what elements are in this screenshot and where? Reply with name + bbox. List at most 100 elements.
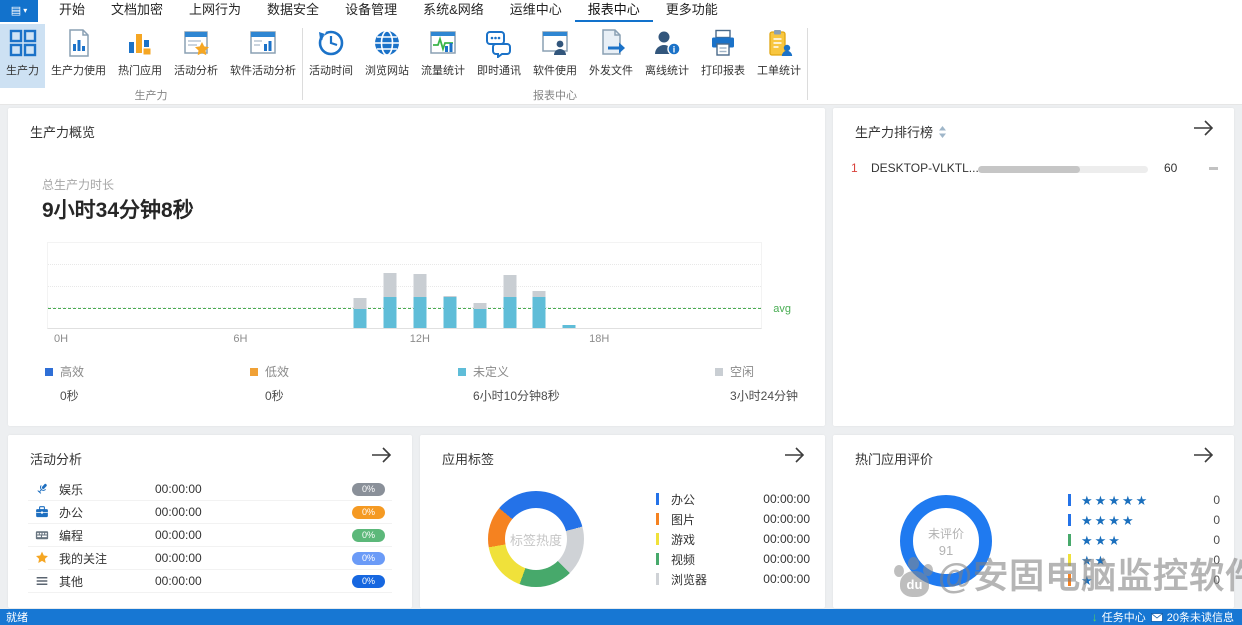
legend-label: 空闲 bbox=[730, 365, 755, 379]
tool-即时通讯[interactable]: 即时通讯 bbox=[471, 24, 527, 88]
tag-duration: 00:00:00 bbox=[763, 552, 810, 566]
tool-生产力使用[interactable]: 生产力使用 bbox=[45, 24, 112, 88]
tag-duration: 00:00:00 bbox=[763, 532, 810, 546]
bar-chart-icon bbox=[129, 34, 152, 56]
activity-row-我的关注[interactable]: 我的关注 00:00:00 0% bbox=[28, 547, 392, 570]
app-menu-button[interactable]: ▤ ▾ bbox=[0, 0, 38, 22]
menu-tab-运维中心[interactable]: 运维中心 bbox=[497, 0, 575, 22]
activity-row-其他[interactable]: 其他 00:00:00 0% bbox=[28, 570, 392, 593]
unread-messages-button[interactable]: 20条未读信息 bbox=[1150, 609, 1234, 625]
tag-label: 图片 bbox=[671, 512, 696, 527]
tag-label: 浏览器 bbox=[671, 572, 708, 587]
activity-row-娱乐[interactable]: 娱乐 00:00:00 0% bbox=[28, 478, 392, 501]
x-axis-tick: 12H bbox=[409, 333, 430, 345]
star-icons: ★ bbox=[1081, 572, 1095, 588]
chart-bar-12h bbox=[413, 273, 427, 328]
task-center-label: 任务中心 bbox=[1101, 612, 1146, 624]
legend-color-bar bbox=[656, 493, 659, 505]
rating-more-arrow-icon[interactable] bbox=[1192, 446, 1216, 464]
rating-legend-1-star[interactable]: ★ 0 bbox=[1068, 570, 1220, 590]
card-app-tags: 应用标签 标签热度 办公 00:00:00 图片 00:00:00 游戏 00:00:00… bbox=[420, 435, 825, 608]
star-icon bbox=[36, 551, 48, 563]
menu-tab-报表中心[interactable]: 报表中心 bbox=[574, 0, 653, 22]
tool-离线统计[interactable]: i 离线统计 bbox=[639, 24, 695, 88]
menu-tab-开始[interactable]: 开始 bbox=[46, 0, 98, 22]
rating-legend-3-star[interactable]: ★★★ 0 bbox=[1068, 530, 1220, 550]
menu-tab-设备管理[interactable]: 设备管理 bbox=[332, 0, 410, 22]
menubar: ▤ ▾ 开始 文档加密 上网行为 数据安全 设备管理 系统&网络 运维中心 报表中心 更多功能 bbox=[0, 0, 1242, 22]
tool-热门应用[interactable]: 热门应用 bbox=[112, 24, 168, 88]
x-axis-tick: 0H bbox=[53, 333, 69, 345]
legend-value: 0秒 bbox=[265, 389, 284, 403]
legend-color-bar bbox=[1068, 554, 1071, 566]
chat-icon bbox=[486, 31, 511, 58]
ribbon-toolbar: 生产力 生产力使用 热门应用 活动分析 软件活动分析 生产力 活动时间 浏览网站 流量统计 即时通… bbox=[0, 22, 1242, 105]
mic-icon bbox=[37, 483, 47, 494]
tool-活动分析[interactable]: 活动分析 bbox=[168, 24, 224, 88]
menu-tab-上网行为[interactable]: 上网行为 bbox=[176, 0, 254, 22]
tags-legend-游戏[interactable]: 游戏 00:00:00 bbox=[656, 529, 810, 549]
tool-label: 软件使用 bbox=[533, 65, 577, 77]
chart-bar-17h bbox=[562, 325, 576, 328]
overview-legend-空闲: 空闲 3小时24分钟 bbox=[715, 363, 798, 404]
tool-label: 即时通讯 bbox=[477, 65, 521, 77]
grid-icon bbox=[9, 29, 36, 57]
tool-label: 工单统计 bbox=[757, 65, 801, 77]
globe-icon bbox=[375, 30, 399, 56]
tool-外发文件[interactable]: 外发文件 bbox=[583, 24, 639, 88]
chart-bar-14h bbox=[473, 303, 487, 328]
tool-软件使用[interactable]: 软件使用 bbox=[527, 24, 583, 88]
tags-donut-chart: 标签热度 bbox=[488, 491, 584, 587]
activity-more-arrow-icon[interactable] bbox=[370, 446, 394, 464]
overview-title: 生产力概览 bbox=[30, 125, 96, 140]
tool-生产力[interactable]: 生产力 bbox=[0, 24, 45, 88]
tool-活动时间[interactable]: 活动时间 bbox=[303, 24, 359, 88]
overview-legend-高效: 高效 0秒 bbox=[45, 363, 84, 404]
menu-tab-系统&网络[interactable]: 系统&网络 bbox=[410, 0, 497, 22]
tool-工单统计[interactable]: 工单统计 bbox=[751, 24, 807, 88]
sort-icon[interactable] bbox=[938, 125, 947, 138]
menu-tab-文档加密[interactable]: 文档加密 bbox=[98, 0, 176, 22]
ribbon-group-label: 报表中心 bbox=[533, 90, 577, 102]
rating-legend-2-star[interactable]: ★★ 0 bbox=[1068, 550, 1220, 570]
tag-label: 游戏 bbox=[671, 532, 696, 547]
chart-bar-15h bbox=[503, 275, 516, 328]
rating-legend-5-star[interactable]: ★★★★★ 0 bbox=[1068, 490, 1220, 510]
clipboard-user-icon bbox=[769, 30, 793, 56]
ranking-row[interactable]: 1 DESKTOP-VLKTL... 60 bbox=[833, 158, 1234, 180]
legend-label: 高效 bbox=[60, 365, 85, 379]
bar-segment-未定义 bbox=[503, 297, 516, 328]
tool-label: 外发文件 bbox=[589, 65, 633, 77]
tool-打印报表[interactable]: 打印报表 bbox=[695, 24, 751, 88]
productivity-bar-chart: avg 0H 6H 12H 18H bbox=[47, 242, 791, 345]
tool-label: 热门应用 bbox=[118, 65, 162, 77]
tool-流量统计[interactable]: 流量统计 bbox=[415, 24, 471, 88]
card-productivity-ranking: 生产力排行榜 1 DESKTOP-VLKTL... 60 bbox=[833, 108, 1234, 426]
legend-label: 未定义 bbox=[473, 365, 510, 379]
user-info-icon: i bbox=[655, 31, 681, 56]
bar-segment-未定义 bbox=[562, 325, 576, 328]
activity-row-编程[interactable]: 编程 00:00:00 0% bbox=[28, 524, 392, 547]
legend-color-bar bbox=[656, 573, 659, 585]
tool-label: 生产力使用 bbox=[51, 65, 106, 77]
doc-star-icon bbox=[184, 31, 209, 56]
app-logo-icon: ▤ bbox=[10, 4, 22, 17]
rating-legend-4-star[interactable]: ★★★★ 0 bbox=[1068, 510, 1220, 530]
tags-legend-图片[interactable]: 图片 00:00:00 bbox=[656, 509, 810, 529]
activity-row-办公[interactable]: 办公 00:00:00 0% bbox=[28, 501, 392, 524]
tags-legend-视频[interactable]: 视频 00:00:00 bbox=[656, 549, 810, 569]
menu-tab-更多功能[interactable]: 更多功能 bbox=[653, 0, 731, 22]
unread-messages-label: 20条未读信息 bbox=[1166, 612, 1234, 624]
tags-legend-办公[interactable]: 办公 00:00:00 bbox=[656, 489, 810, 509]
tags-legend-浏览器[interactable]: 浏览器 00:00:00 bbox=[656, 569, 810, 589]
doc-chart-icon bbox=[68, 29, 89, 57]
overview-legend-低效: 低效 0秒 bbox=[250, 363, 289, 404]
tool-浏览网站[interactable]: 浏览网站 bbox=[359, 24, 415, 88]
task-center-button[interactable]: ↓ 任务中心 bbox=[1092, 609, 1146, 625]
tool-软件活动分析[interactable]: 软件活动分析 bbox=[224, 24, 302, 88]
menu-tab-数据安全[interactable]: 数据安全 bbox=[254, 0, 332, 22]
ranking-more-arrow-icon[interactable] bbox=[1192, 119, 1216, 137]
tags-more-arrow-icon[interactable] bbox=[783, 446, 807, 464]
gridline bbox=[48, 264, 761, 266]
tool-label: 活动时间 bbox=[309, 65, 353, 77]
